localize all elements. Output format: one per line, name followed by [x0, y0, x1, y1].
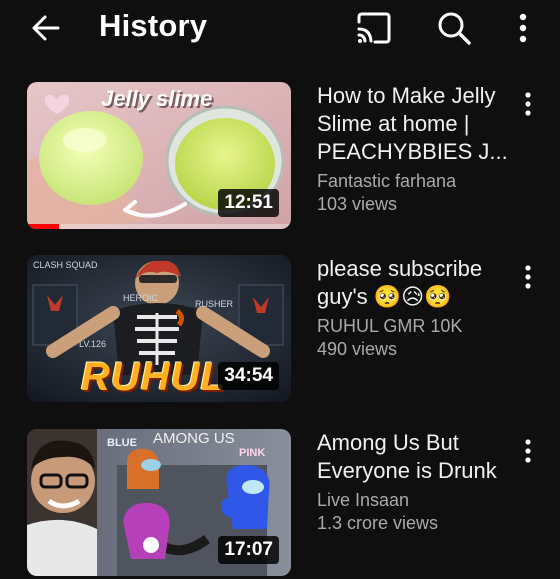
more-options-icon[interactable]: [510, 8, 536, 48]
view-count: 103 views: [317, 194, 398, 214]
video-meta: please subscribe guy's 🥺😥🥺 RUHUL GMR 10K…: [317, 255, 517, 361]
thumbnail-caption: Jelly slime: [101, 86, 213, 111]
history-video-item[interactable]: BLUE AMONG US PINK 17:07 Among Us But Ev…: [0, 429, 560, 579]
video-title[interactable]: Among Us But Everyone is Drunk: [317, 429, 517, 485]
view-count: 490 views: [317, 339, 398, 359]
more-vert-icon[interactable]: [516, 435, 540, 467]
thumbnail-label: PINK: [239, 447, 266, 459]
more-vert-icon[interactable]: [516, 88, 540, 120]
channel-name: Live Insaan: [317, 490, 410, 510]
thumbnail-caption: RUHUL: [81, 355, 226, 399]
video-meta: How to Make Jelly Slime at home | PEACHY…: [317, 82, 517, 216]
search-icon[interactable]: [434, 8, 474, 48]
thumbnail-label: AMONG US: [153, 430, 235, 447]
history-video-item[interactable]: Jelly slime 12:51 How to Make Jelly Slim…: [0, 82, 560, 232]
more-vert-icon[interactable]: [516, 261, 540, 293]
thumbnail-label: LV.126: [79, 339, 107, 349]
video-title[interactable]: please subscribe guy's 🥺😥🥺: [317, 255, 517, 311]
history-video-item[interactable]: CLASH SQUAD HEROIC RUSHER LV.126 RUHUL 3…: [0, 255, 560, 405]
video-meta: Among Us But Everyone is Drunk Live Insa…: [317, 429, 517, 535]
thumbnail-label: RUSHER: [195, 299, 234, 309]
page-title: History: [99, 8, 208, 43]
video-duration: 34:54: [218, 362, 279, 390]
channel-name: RUHUL GMR 10K: [317, 316, 463, 336]
thumbnail-label: HEROIC: [123, 293, 159, 303]
video-thumbnail[interactable]: CLASH SQUAD HEROIC RUSHER LV.126 RUHUL 3…: [27, 255, 291, 402]
cast-icon[interactable]: [355, 10, 393, 46]
back-arrow-icon[interactable]: [28, 10, 64, 46]
video-thumbnail[interactable]: Jelly slime 12:51: [27, 82, 291, 229]
view-count: 1.3 crore views: [317, 513, 439, 533]
video-title[interactable]: How to Make Jelly Slime at home | PEACHY…: [317, 82, 517, 166]
thumbnail-label: BLUE: [107, 437, 137, 449]
watch-progress-fill: [27, 224, 59, 229]
watch-progress-bar: [27, 224, 291, 229]
channel-name: Fantastic farhana: [317, 171, 457, 191]
video-duration: 12:51: [218, 189, 279, 217]
top-app-bar: History: [0, 0, 560, 56]
video-thumbnail[interactable]: BLUE AMONG US PINK 17:07: [27, 429, 291, 576]
thumbnail-label: CLASH SQUAD: [33, 260, 98, 270]
